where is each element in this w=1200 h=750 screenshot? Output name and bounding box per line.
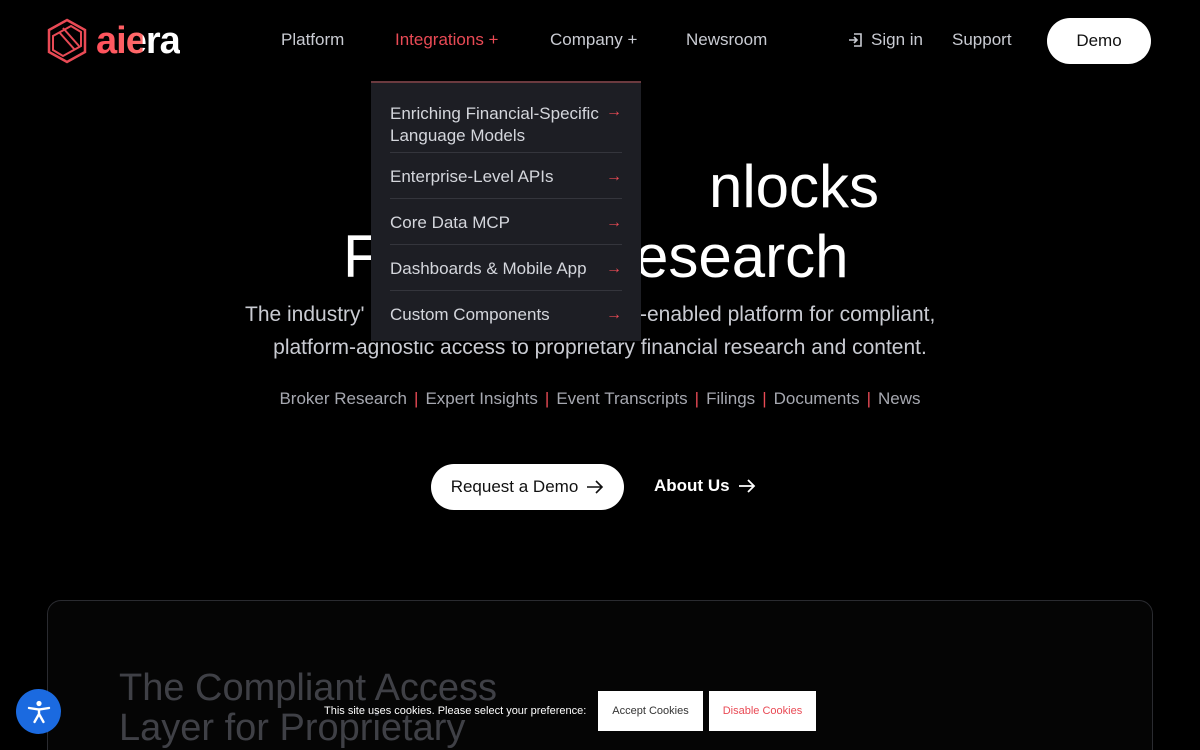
about-us-link[interactable]: About Us (654, 476, 756, 496)
dropdown-item-label: Custom Components (390, 305, 550, 324)
hero-title-line1-text: nlocks (708, 153, 880, 220)
category-list: Broker Research | Expert Insights | Event Tr… (0, 389, 1200, 409)
dropdown-item-apis[interactable]: Enterprise-Level APIs → (390, 153, 622, 199)
integrations-dropdown: Enriching Financial-Specific Language Mo… (371, 81, 641, 341)
category-separator: | (762, 389, 767, 408)
request-demo-button[interactable]: Request a Demo (431, 464, 624, 510)
category-separator: | (544, 389, 550, 408)
cookie-text: This site uses cookies. Please select yo… (324, 705, 587, 717)
dropdown-item-language-models[interactable]: Enriching Financial-Specific Language Mo… (390, 83, 622, 153)
signin-icon (849, 33, 862, 47)
dropdown-item-label: Dashboards & Mobile App (390, 259, 587, 278)
logo-text: aiera (96, 20, 181, 62)
about-us-label: About Us (654, 476, 730, 495)
cookie-banner: This site uses cookies. Please select yo… (310, 688, 890, 734)
arrow-right-icon: → (606, 103, 622, 120)
page: aiera Platform Integrations + Company + … (0, 0, 1200, 750)
demo-button[interactable]: Demo (1047, 18, 1151, 64)
disable-cookies-button[interactable]: Disable Cookies (708, 691, 817, 731)
hero-title-line2-right: esearch (635, 223, 849, 290)
nav-integrations[interactable]: Integrations + (395, 30, 499, 50)
arrow-right-icon: → (606, 168, 622, 185)
signin-link[interactable]: Sign in (847, 30, 923, 50)
dropdown-item-dashboards[interactable]: Dashboards & Mobile App → (390, 245, 622, 291)
arrow-right-icon: → (606, 214, 622, 231)
support-link[interactable]: Support (952, 30, 1012, 50)
nav-platform[interactable]: Platform (281, 30, 344, 50)
nav-company[interactable]: Company + (550, 30, 637, 50)
accept-cookies-button[interactable]: Accept Cookies (598, 691, 703, 731)
header: aiera Platform Integrations + Company + … (0, 0, 1200, 82)
category-separator: | (866, 389, 872, 408)
hero-subtitle-left: The industry' (245, 303, 365, 326)
category-item: Broker Research (279, 389, 408, 408)
category-item: Filings (706, 389, 756, 408)
arrow-right-icon (738, 479, 755, 493)
hero-subtitle-right: -enabled platform for compliant, (640, 303, 936, 326)
aiera-logo-icon (47, 18, 87, 64)
category-item: News (878, 389, 921, 408)
category-item: Expert Insights (425, 389, 538, 408)
category-separator: | (414, 389, 419, 408)
logo[interactable]: aiera (46, 18, 181, 64)
category-item: Event Transcripts (556, 389, 688, 408)
nav-newsroom[interactable]: Newsroom (686, 30, 767, 50)
arrow-right-icon (587, 480, 604, 494)
accessibility-button[interactable] (16, 689, 61, 734)
category-item: Documents (773, 389, 860, 408)
accessibility-icon (27, 700, 50, 723)
dropdown-item-custom-components[interactable]: Custom Components → (390, 291, 622, 337)
dropdown-item-core-data-mcp[interactable]: Core Data MCP → (390, 199, 622, 245)
dropdown-item-label: Enriching Financial-Specific Language Mo… (390, 104, 599, 145)
request-demo-label: Request a Demo (450, 477, 579, 496)
dropdown-item-label: Enterprise-Level APIs (390, 167, 554, 186)
arrow-right-icon: → (606, 260, 622, 277)
arrow-right-icon: → (606, 306, 622, 323)
category-separator: | (694, 389, 700, 408)
dropdown-item-label: Core Data MCP (390, 213, 510, 232)
signin-label: Sign in (871, 30, 923, 49)
